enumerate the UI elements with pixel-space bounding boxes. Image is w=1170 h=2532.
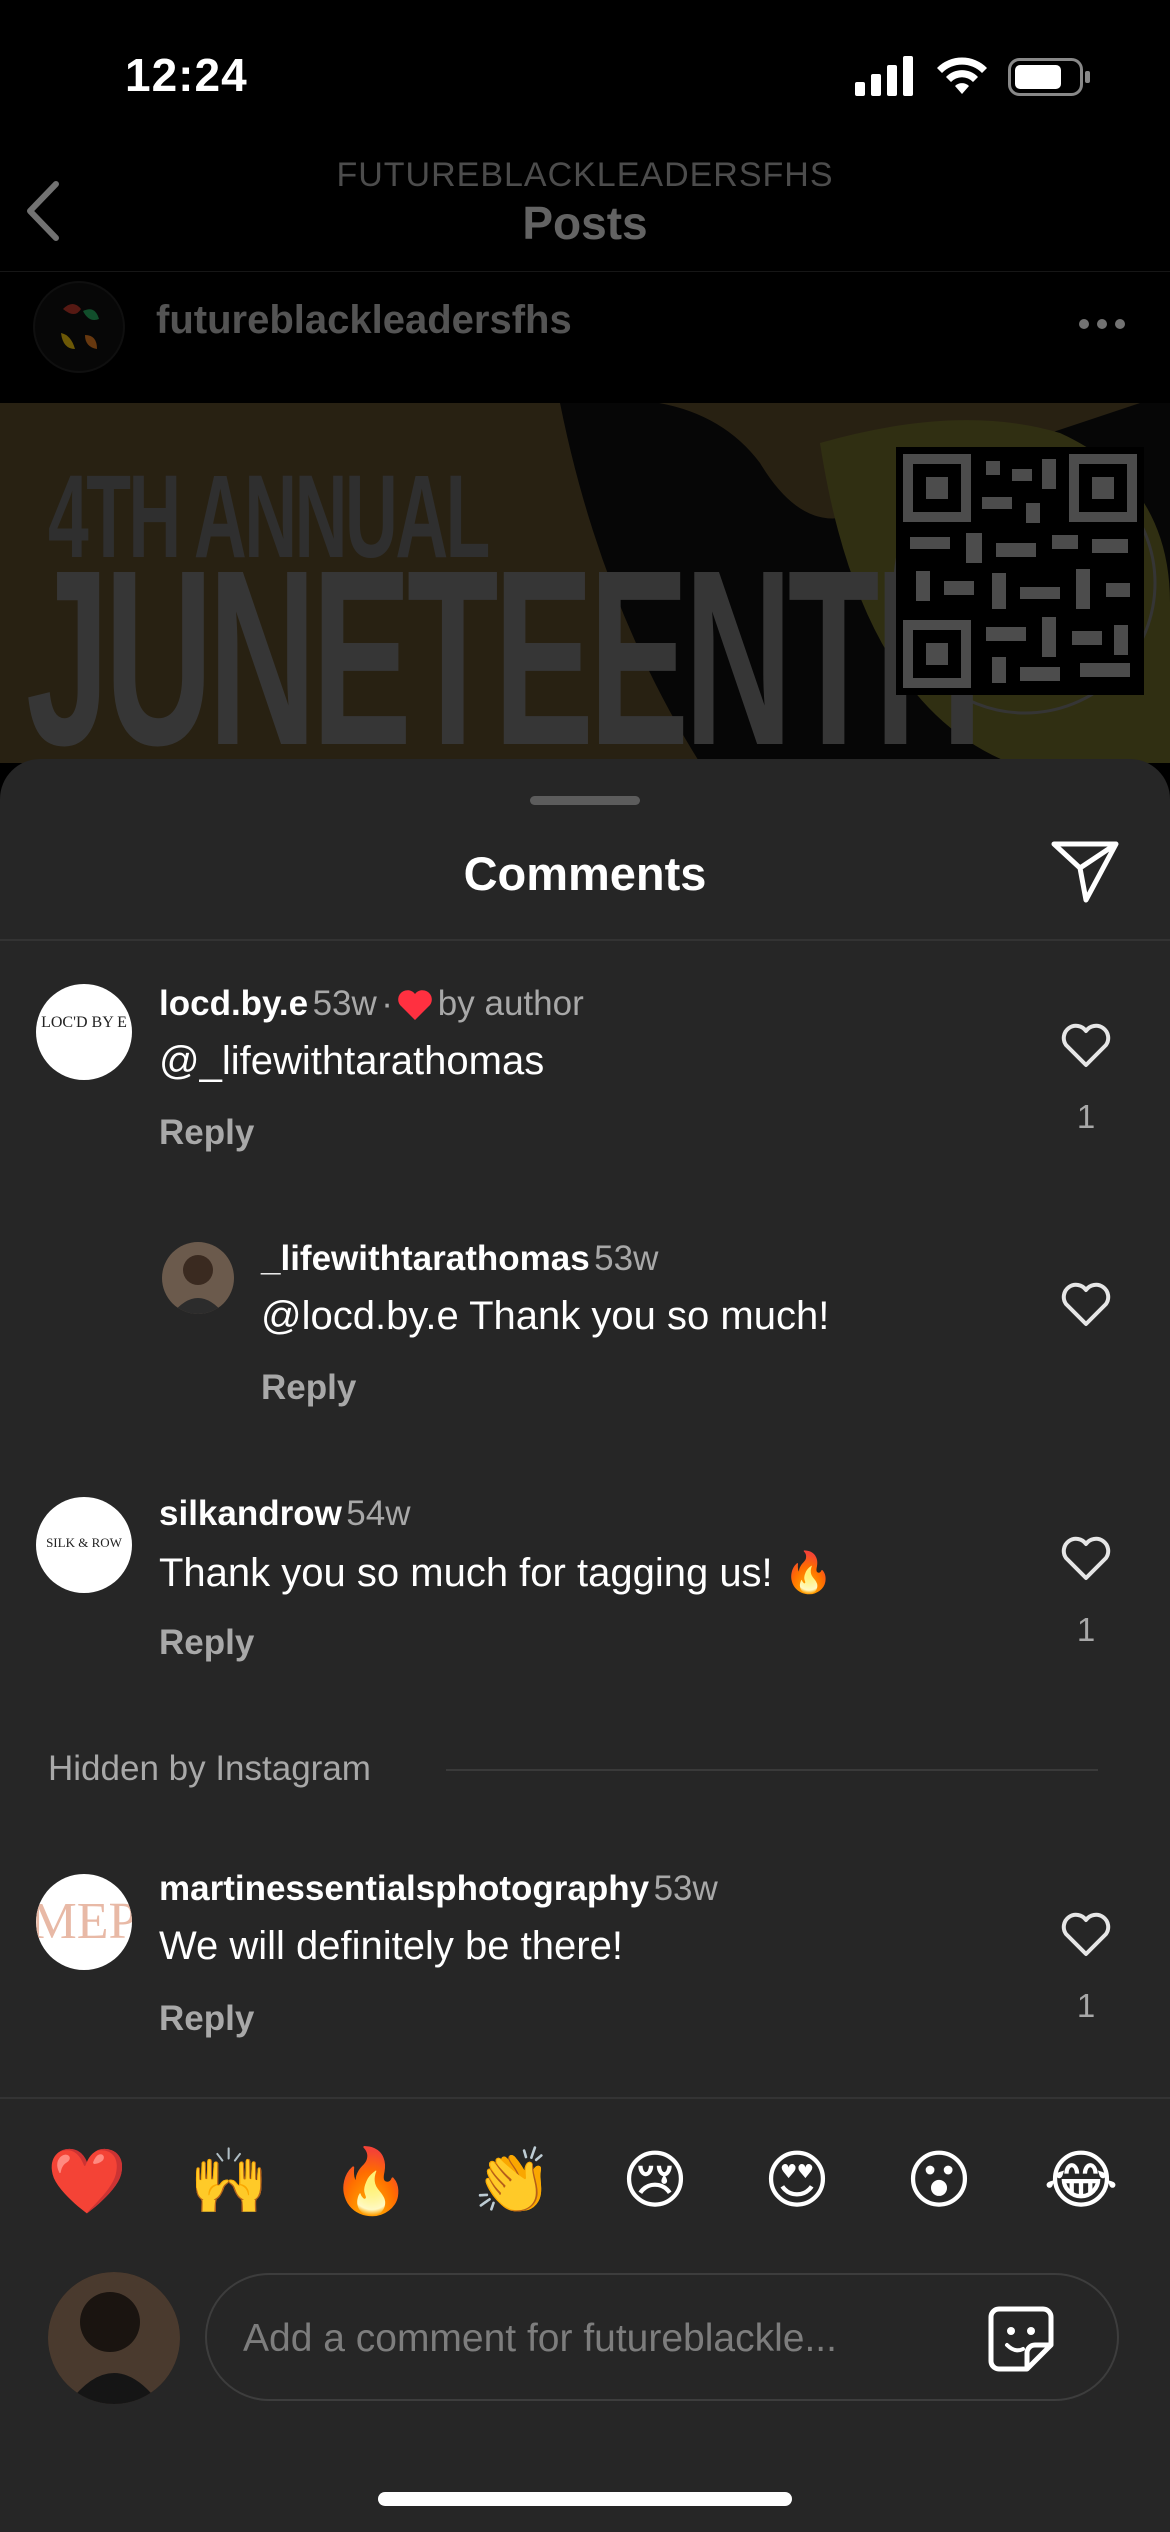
like-count: 1 <box>1076 1611 1096 1648</box>
sheet-divider <box>0 939 1170 941</box>
emoji-surprised-button[interactable]: 😮 <box>889 2144 989 2218</box>
qr-code-image <box>896 447 1144 695</box>
meta-separator: · <box>381 984 393 1023</box>
comment-avatar[interactable]: MEP <box>36 1874 132 1970</box>
header-account-name: FUTUREBLACKLEADERSFHS <box>336 156 834 194</box>
comment-username[interactable]: martinessentialsphotography <box>159 1869 649 1908</box>
emoji-laughing-button[interactable]: 😂 <box>1031 2144 1131 2218</box>
reply-button[interactable]: Reply <box>261 1368 356 1408</box>
svg-text:MEP: MEP <box>36 1893 132 1950</box>
reply-button[interactable]: Reply <box>159 1113 254 1153</box>
comment-age: 54w <box>346 1494 411 1533</box>
sheet-drag-handle[interactable] <box>530 796 640 805</box>
sticker-icon[interactable] <box>985 2303 1057 2375</box>
comment-age: 53w <box>653 1869 718 1908</box>
reply-button[interactable]: Reply <box>159 1999 254 2039</box>
page-title: Posts <box>522 197 648 249</box>
comment-header: silkandrow 54w <box>159 1494 411 1534</box>
comment-avatar[interactable]: LOC'D BY E <box>36 984 132 1080</box>
comments-title: Comments <box>463 847 707 900</box>
comment-avatar[interactable]: SILK & ROW <box>36 1497 132 1593</box>
comment-avatar[interactable] <box>162 1242 234 1314</box>
comment-text: Thank you so much for tagging us! 🔥 <box>159 1551 834 1595</box>
avatar-logo-text: SILK & ROW <box>46 1535 122 1550</box>
comment-username[interactable]: _lifewithtarathomas <box>261 1239 590 1278</box>
comment-text: @_lifewithtarathomas <box>159 1039 545 1083</box>
hidden-comments-toggle[interactable]: Hidden by Instagram <box>48 1749 371 1789</box>
comment-age: 53w <box>594 1239 659 1278</box>
like-heart-icon[interactable] <box>1060 1282 1112 1328</box>
post-image-text-juneteenth: JUNETEENTH <box>26 518 983 797</box>
like-heart-icon[interactable] <box>1060 1023 1112 1069</box>
avatar-logo-text: LOC'D BY E <box>41 1014 127 1031</box>
wifi-icon <box>937 57 987 94</box>
like-count: 1 <box>1076 1098 1096 1135</box>
post-author-username[interactable]: futureblackleadersfhs <box>156 298 572 343</box>
comment-text: @locd.by.e Thank you so much! <box>261 1294 830 1338</box>
composer-divider <box>0 2097 1170 2099</box>
comment-username[interactable]: locd.by.e <box>159 984 308 1023</box>
reply-button[interactable]: Reply <box>159 1623 254 1663</box>
emoji-heart-button[interactable]: ❤️ <box>37 2144 137 2219</box>
emoji-clap-button[interactable]: 👏 <box>463 2144 563 2219</box>
status-time: 12:24 <box>125 49 248 101</box>
current-user-avatar <box>48 2272 180 2404</box>
comment-text: We will definitely be there! <box>159 1924 623 1968</box>
battery-icon <box>1008 58 1090 96</box>
liked-by-author-label: by author <box>437 984 584 1023</box>
header-divider <box>0 271 1170 272</box>
comment-username[interactable]: silkandrow <box>159 1494 342 1533</box>
emoji-heart-eyes-button[interactable]: 😍 <box>747 2144 847 2218</box>
like-heart-icon[interactable] <box>1060 1912 1112 1958</box>
like-count: 1 <box>1076 1987 1096 2024</box>
like-heart-icon[interactable] <box>1060 1536 1112 1582</box>
emoji-crying-button[interactable]: 😢 <box>605 2144 705 2218</box>
more-options-icon[interactable] <box>1078 318 1126 330</box>
comment-header: martinessentialsphotography 53w <box>159 1869 718 1909</box>
author-liked-heart-icon <box>398 990 433 1020</box>
comment-age: 53w <box>312 984 377 1023</box>
comment-header: _lifewithtarathomas 53w <box>261 1239 658 1279</box>
cellular-signal-icon <box>855 56 913 96</box>
hidden-divider <box>446 1769 1098 1771</box>
emoji-fire-button[interactable]: 🔥 <box>321 2144 421 2219</box>
share-send-icon[interactable] <box>1050 838 1120 904</box>
comment-input-placeholder[interactable]: Add a comment for futureblackle... <box>243 2317 837 2361</box>
home-indicator <box>378 2492 792 2506</box>
emoji-raised-hands-button[interactable]: 🙌 <box>179 2144 279 2219</box>
post-author-avatar[interactable] <box>33 281 125 373</box>
comment-header: locd.by.e 53w · by author <box>159 984 584 1024</box>
